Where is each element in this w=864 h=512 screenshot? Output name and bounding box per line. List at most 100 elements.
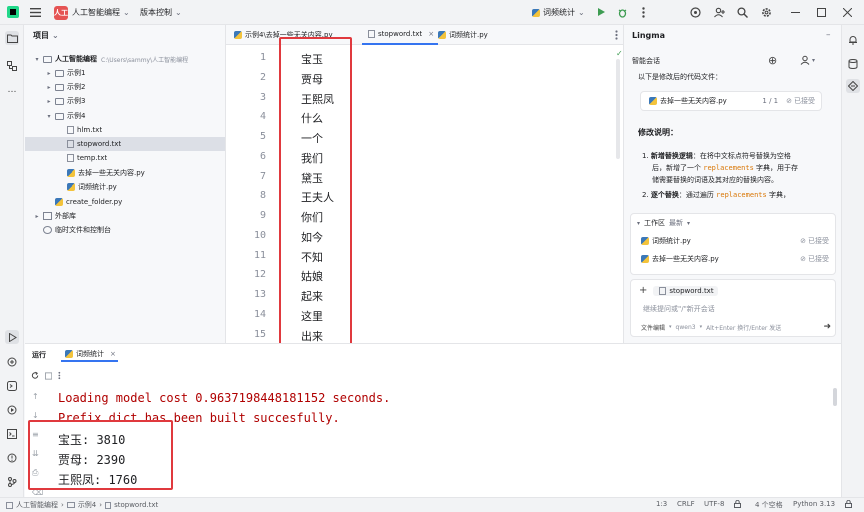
close-tab-icon[interactable]: ×	[428, 30, 434, 38]
tree-item-external-libraries[interactable]: ▸ 外部库	[25, 209, 225, 223]
vcs-menu[interactable]: 版本控制 ⌄	[140, 0, 182, 25]
chevron-down-icon: ▾	[699, 324, 703, 330]
arrow-up-icon[interactable]: ↑	[32, 392, 42, 401]
accepted-badge: ⊘ 已接受	[786, 96, 815, 106]
user-menu[interactable]: ▾	[800, 55, 815, 65]
problems-icon[interactable]	[5, 451, 19, 465]
tree-item-file[interactable]: 去掉一些无关内容.py	[25, 166, 225, 180]
workspace-file[interactable]: 词频统计.py ⊘ 已接受	[639, 236, 829, 246]
tree-item-file-selected[interactable]: stopword.txt	[25, 137, 225, 151]
tree-item-file[interactable]: hlm.txt	[25, 123, 225, 137]
stop-icon[interactable]	[45, 371, 53, 380]
tree-item-label: hlm.txt	[77, 126, 103, 134]
tree-item-file[interactable]: create_folder.py	[25, 195, 225, 209]
structure-icon[interactable]	[5, 59, 19, 73]
python-console-icon[interactable]	[5, 379, 19, 393]
tree-item-label: stopword.txt	[77, 140, 122, 148]
mode-selector[interactable]: 文件编辑	[641, 323, 665, 332]
context-file-name: stopword.txt	[669, 286, 714, 295]
lock-icon[interactable]	[845, 500, 852, 508]
breadcrumb-item[interactable]: 人工智能编程	[16, 500, 58, 510]
chevron-down-icon: ▾	[35, 55, 39, 63]
file-change-card[interactable]: 去掉一些无关内容.py 1 / 1 ⊘ 已接受	[640, 91, 822, 111]
tree-item-scratches[interactable]: 临时文件和控制台	[25, 223, 225, 237]
more-horizontal-icon[interactable]: …	[5, 83, 19, 97]
minimize-icon[interactable]	[788, 5, 802, 19]
python-interpreter[interactable]: Python 3.13	[793, 500, 835, 508]
project-folder-icon[interactable]	[5, 31, 19, 45]
minimize-panel-icon[interactable]: –	[826, 30, 831, 40]
new-session-icon[interactable]: ⊕	[768, 54, 777, 67]
point1-text: 字典，用于存	[753, 164, 799, 172]
breadcrumb-item[interactable]: 示例4	[78, 500, 96, 510]
app-logo-icon[interactable]	[6, 5, 20, 19]
context-chip[interactable]: stopword.txt	[653, 285, 718, 296]
lock-icon[interactable]	[734, 500, 741, 508]
project-switcher[interactable]: 人工 人工智能编程 ⌄	[54, 0, 130, 25]
send-icon[interactable]: ➜	[823, 322, 831, 332]
tree-root[interactable]: ▾ 人工智能编程 C:\Users\sammy\人工智能编程	[25, 52, 225, 66]
cursor-position[interactable]: 1:3	[656, 500, 667, 508]
chat-input[interactable]: 继续提问或"/"新开会话	[643, 304, 715, 314]
more-vertical-icon[interactable]	[636, 5, 650, 19]
console-scrollbar[interactable]	[833, 388, 837, 406]
file-encoding[interactable]: UTF-8	[704, 500, 724, 508]
git-icon[interactable]	[5, 475, 19, 489]
services-icon[interactable]	[5, 403, 19, 417]
tree-item-file[interactable]: 词频统计.py	[25, 180, 225, 194]
tab-label: 词频统计.py	[449, 31, 488, 39]
python-packages-icon[interactable]	[5, 355, 19, 369]
code-editor[interactable]: ✓ 1 宝玉 2 贾母 3 王熙凤 4 什么 5 一个 6 我们 7 黛玉 8 王夫人 9 你们 10 如今 11 不知 1…	[226, 37, 623, 353]
inline-code: replacements	[703, 164, 754, 172]
tab-word-freq[interactable]: 词频统计.py	[436, 25, 488, 45]
workspace-file[interactable]: 去掉一些无关内容.py ⊘ 已接受	[639, 254, 829, 264]
explain-title: 修改说明：	[638, 128, 678, 137]
ai-assistant-icon[interactable]	[688, 5, 702, 19]
run-tool-icon[interactable]	[5, 330, 19, 344]
tree-item-folder[interactable]: ▾ 示例4	[25, 109, 225, 123]
tree-item-file[interactable]: temp.txt	[25, 151, 225, 165]
check-circle-icon: ⊘	[786, 97, 792, 105]
search-icon[interactable]	[735, 5, 749, 19]
notifications-icon[interactable]	[846, 33, 860, 47]
tree-item-label: 示例3	[67, 97, 86, 105]
explain-point-1: 1. 新增替换逻辑：在将中文标点符号替换为空格	[642, 152, 791, 160]
main-menu-icon[interactable]	[28, 5, 42, 19]
project-panel-header[interactable]: 项目 ⌄	[33, 30, 59, 41]
breadcrumb-item[interactable]: stopword.txt	[114, 501, 158, 509]
tree-item-label: 词频统计.py	[78, 183, 117, 191]
debug-icon[interactable]	[615, 5, 629, 19]
terminal-icon[interactable]	[5, 427, 19, 441]
indent-setting[interactable]: 4 个空格	[755, 500, 783, 510]
run-tab-label[interactable]: 运行	[32, 350, 46, 360]
add-context-icon[interactable]: +	[639, 285, 647, 296]
arrow-down-icon[interactable]: ↓	[32, 411, 42, 420]
more-vertical-icon[interactable]	[58, 371, 61, 380]
rerun-icon[interactable]	[31, 371, 39, 380]
add-user-icon[interactable]	[712, 5, 726, 19]
model-selector[interactable]: qwen3	[676, 324, 696, 331]
tree-item-label: temp.txt	[77, 154, 108, 162]
tree-item-folder[interactable]: ▸ 示例1	[25, 66, 225, 80]
context-row: + stopword.txt	[639, 285, 718, 296]
database-icon[interactable]	[846, 57, 860, 71]
line-separator[interactable]: CRLF	[677, 500, 695, 508]
editor-scrollbar[interactable]	[616, 59, 620, 159]
point1-text: ：在将中文标点符号替换为空格	[692, 152, 791, 160]
gear-icon[interactable]	[759, 5, 773, 19]
check-circle-icon: ⊘	[800, 255, 806, 263]
run-icon[interactable]	[594, 5, 608, 19]
workspace-header[interactable]: ▾ 工作区 最新 ▾	[637, 218, 690, 228]
tree-item-folder[interactable]: ▸ 示例3	[25, 94, 225, 108]
tree-item-folder[interactable]: ▸ 示例2	[25, 80, 225, 94]
python-file-icon	[65, 349, 73, 358]
close-tab-icon[interactable]: ×	[110, 350, 116, 358]
maximize-icon[interactable]	[814, 5, 828, 19]
lingma-icon[interactable]	[846, 79, 860, 93]
line-number: 12	[253, 269, 266, 281]
close-icon[interactable]	[840, 5, 854, 19]
tab-stopword[interactable]: stopword.txt ×	[362, 25, 439, 45]
run-config-selector[interactable]: 词频统计 ⌄	[530, 0, 585, 25]
more-vertical-icon[interactable]	[609, 28, 623, 42]
run-config-tab[interactable]: 词频统计 ×	[61, 347, 118, 362]
